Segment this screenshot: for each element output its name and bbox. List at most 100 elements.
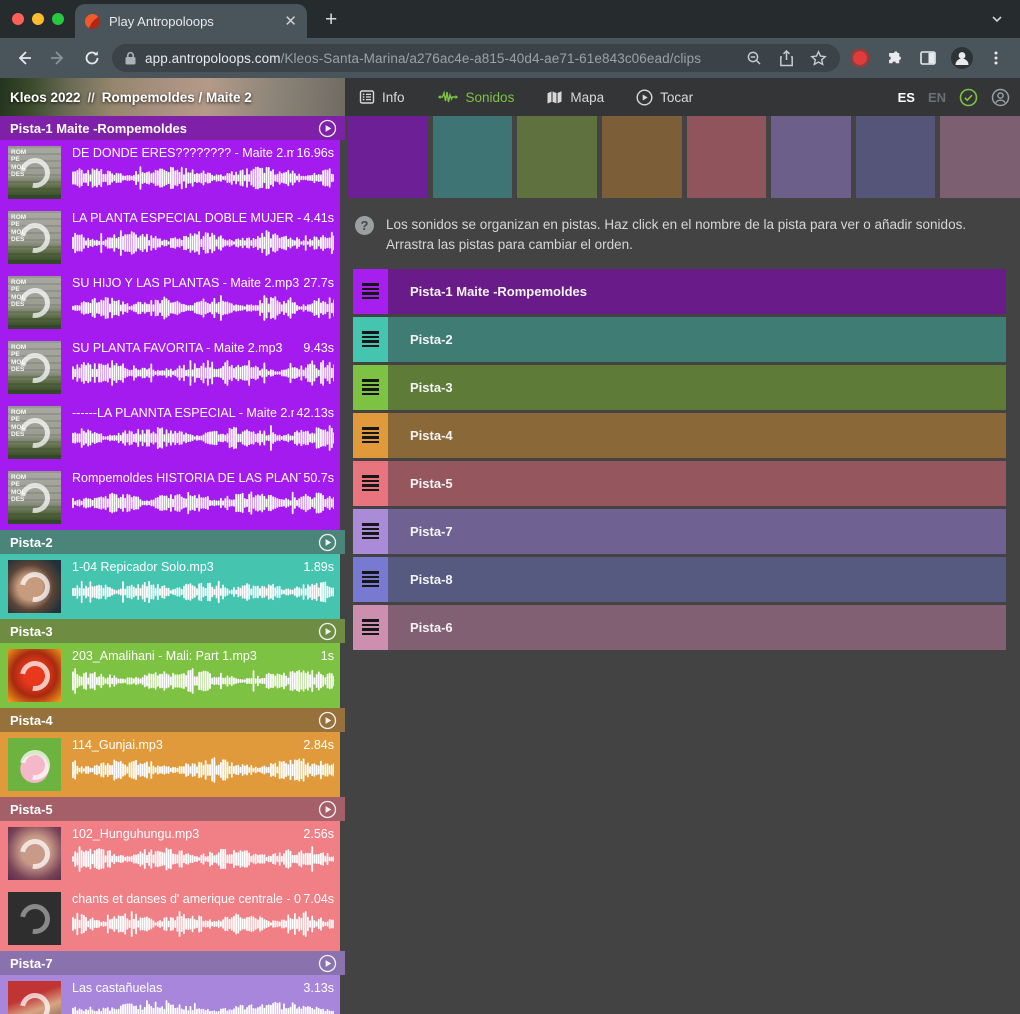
clip[interactable]: Las castañuelas3.13s xyxy=(0,975,340,1014)
nav-sonidos[interactable]: Sonidos xyxy=(437,90,515,105)
track-header[interactable]: Pista-7 xyxy=(0,951,345,975)
clip[interactable]: 203_Amalihani - Mali: Part 1.mp31s xyxy=(0,643,340,708)
nav-tocar[interactable]: Tocar xyxy=(636,89,693,106)
tab-search-chevron-icon[interactable] xyxy=(990,12,1004,26)
back-icon[interactable] xyxy=(10,44,38,72)
drag-handle[interactable] xyxy=(353,605,388,650)
track-header[interactable]: Pista-5 xyxy=(0,797,345,821)
track-row-bar[interactable]: Pista-7 xyxy=(388,509,1006,554)
clip-thumbnail: ROM PE MOL DES xyxy=(8,341,61,394)
sync-check-icon[interactable] xyxy=(959,88,978,107)
share-icon[interactable] xyxy=(774,46,798,70)
tab-close-icon[interactable]: ✕ xyxy=(284,12,297,30)
language-en[interactable]: EN xyxy=(928,90,946,105)
clip[interactable]: ROM PE MOL DES ------LA PLANNTA ESPECIAL… xyxy=(0,400,340,465)
reload-icon[interactable] xyxy=(78,44,106,72)
track-section-pista7: Pista-7 Las castañuelas3.13s xyxy=(0,951,345,1014)
drag-handle[interactable] xyxy=(353,509,388,554)
clip-title: SU HIJO Y LAS PLANTAS - Maite 2.mp3 xyxy=(72,276,301,290)
loop-icon xyxy=(14,655,56,697)
drag-handle[interactable] xyxy=(353,557,388,602)
window-zoom-button[interactable] xyxy=(52,13,64,25)
clip[interactable]: 114_Gunjai.mp32.84s xyxy=(0,732,340,797)
nav-info-label: Info xyxy=(382,90,405,105)
track-header[interactable]: Pista-4 xyxy=(0,708,345,732)
track-play-button[interactable] xyxy=(318,954,337,973)
loop-icon xyxy=(14,744,56,786)
clip-body: 114_Gunjai.mp32.84s xyxy=(72,738,334,791)
track-row-bar[interactable]: Pista-5 xyxy=(388,461,1006,506)
bookmark-star-icon[interactable] xyxy=(806,46,830,70)
window-minimize-button[interactable] xyxy=(32,13,44,25)
clip-body: SU PLANTA FAVORITA - Maite 2.mp39.43s xyxy=(72,341,334,394)
clip-duration: 1.89s xyxy=(303,560,334,574)
breadcrumb-project[interactable]: Kleos 2022 xyxy=(10,90,81,105)
track-header[interactable]: Pista-3 xyxy=(0,619,345,643)
track-row-bar[interactable]: Pista-3 xyxy=(388,365,1006,410)
clip[interactable]: ROM PE MOL DES LA PLANTA ESPECIAL DOBLE … xyxy=(0,205,340,270)
grip-icon xyxy=(362,427,379,443)
track-row-bar[interactable]: Pista-6 xyxy=(388,605,1006,650)
loop-icon xyxy=(14,833,56,875)
track-row-bar[interactable]: Pista-4 xyxy=(388,413,1006,458)
map-icon xyxy=(546,90,563,105)
url-text: app.antropoloops.com/Kleos-Santa-Marina/… xyxy=(145,51,734,66)
record-icon[interactable] xyxy=(846,44,874,72)
url-path: /Kleos-Santa-Marina/a276ac4e-a815-40d4-a… xyxy=(281,51,702,66)
clip-body: LA PLANTA ESPECIAL DOBLE MUJER - Mai...4… xyxy=(72,211,334,264)
clip[interactable]: ROM PE MOL DES Rompemoldes HISTORIA DE L… xyxy=(0,465,340,530)
track-play-button[interactable] xyxy=(318,533,337,552)
clip[interactable]: ROM PE MOL DES DE DONDE ERES???????? - M… xyxy=(0,140,340,205)
side-panel-icon[interactable] xyxy=(914,44,942,72)
track-play-button[interactable] xyxy=(318,711,337,730)
breadcrumb-section[interactable]: Rompemoldes / Maite 2 xyxy=(102,90,252,105)
track-row-bar[interactable]: Pista-2 xyxy=(388,317,1006,362)
profile-avatar[interactable] xyxy=(948,44,976,72)
clip[interactable]: 1-04 Repicador Solo.mp31.89s xyxy=(0,554,340,619)
waveform xyxy=(72,165,334,191)
track-play-button[interactable] xyxy=(318,622,337,641)
drag-handle[interactable] xyxy=(353,269,388,314)
loop-icon xyxy=(14,566,56,608)
clip-thumbnail xyxy=(8,827,61,880)
clip[interactable]: ROM PE MOL DES SU HIJO Y LAS PLANTAS - M… xyxy=(0,270,340,335)
nav-info[interactable]: Info xyxy=(359,89,405,105)
track-header[interactable]: Pista-1 Maite -Rompemoldes xyxy=(0,116,345,140)
tab-favicon-icon xyxy=(85,14,100,29)
drag-handle[interactable] xyxy=(353,461,388,506)
lock-icon xyxy=(124,51,137,66)
track-name: Pista-5 xyxy=(10,802,318,817)
browser-tab[interactable]: Play Antropoloops ✕ xyxy=(75,4,307,38)
drag-handle[interactable] xyxy=(353,413,388,458)
window-close-button[interactable] xyxy=(12,13,24,25)
track-row-bar[interactable]: Pista-8 xyxy=(388,557,1006,602)
drag-handle[interactable] xyxy=(353,317,388,362)
new-tab-button[interactable]: + xyxy=(325,8,337,38)
track-header[interactable]: Pista-2 xyxy=(0,530,345,554)
language-es[interactable]: ES xyxy=(898,90,915,105)
url-bar[interactable]: app.antropoloops.com/Kleos-Santa-Marina/… xyxy=(112,44,840,72)
track-row: Pista-7 xyxy=(353,509,1006,554)
browser-menu-kebab-icon[interactable] xyxy=(982,44,1010,72)
clip-duration: 2.56s xyxy=(303,827,334,841)
clip-duration: 50.7s xyxy=(303,471,334,485)
clip-thumbnail: ROM PE MOL DES xyxy=(8,146,61,199)
clip[interactable]: 102_Hunguhungu.mp32.56s xyxy=(0,821,340,886)
clip-title: ------LA PLANNTA ESPECIAL - Maite 2.mp3 xyxy=(72,406,294,420)
clip-thumbnail: ROM PE MOL DES xyxy=(8,276,61,329)
clip-body: Las castañuelas3.13s xyxy=(72,981,334,1014)
track-row-bar[interactable]: Pista-1 Maite -Rompemoldes xyxy=(388,269,1006,314)
drag-handle[interactable] xyxy=(353,365,388,410)
account-icon[interactable] xyxy=(991,88,1010,107)
zoom-level-icon[interactable] xyxy=(742,46,766,70)
clip-duration: 16.96s xyxy=(296,146,334,160)
clip[interactable]: chants et danses d' amerique centrale - … xyxy=(0,886,340,951)
track-play-button[interactable] xyxy=(318,119,337,138)
track-play-button[interactable] xyxy=(318,800,337,819)
clip[interactable]: ROM PE MOL DES SU PLANTA FAVORITA - Mait… xyxy=(0,335,340,400)
clip-thumbnail xyxy=(8,892,61,945)
nav-mapa[interactable]: Mapa xyxy=(546,90,604,105)
extensions-puzzle-icon[interactable] xyxy=(880,44,908,72)
forward-icon[interactable] xyxy=(44,44,72,72)
info-list-icon xyxy=(359,89,375,105)
